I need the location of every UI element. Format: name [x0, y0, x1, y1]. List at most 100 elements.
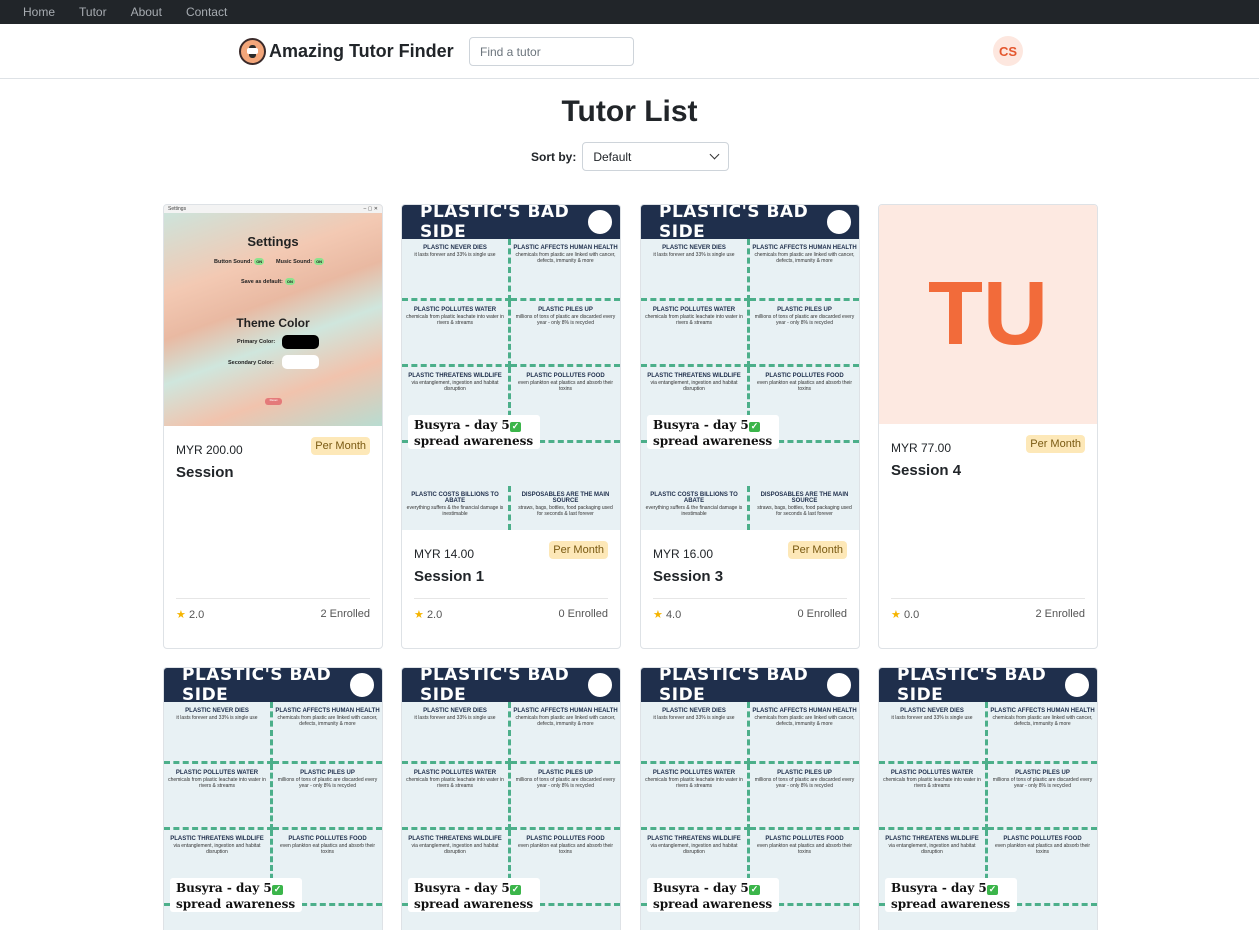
sort-selected-value: Default: [593, 149, 632, 164]
tutor-card[interactable]: PLASTIC'S BAD SIDE PLASTIC NEVER DIES it …: [878, 667, 1098, 930]
cell-heading: PLASTIC NEVER DIES: [662, 708, 726, 714]
nav-contact-link[interactable]: Contact: [186, 5, 227, 19]
card-body: MYR 16.00 Per Month Session 3 ★ 4.0 0 En…: [641, 530, 859, 648]
cell-heading: PLASTIC POLLUTES FOOD: [765, 836, 844, 842]
cell-heading: PLASTIC POLLUTES FOOD: [526, 836, 605, 842]
tutor-card[interactable]: PLASTIC'S BAD SIDE PLASTIC NEVER DIES it …: [640, 667, 860, 930]
user-avatar[interactable]: CS: [993, 36, 1023, 66]
card-thumbnail: PLASTIC'S BAD SIDE PLASTIC NEVER DIES it …: [164, 668, 382, 930]
cell-heading: DISPOSABLES ARE THE MAIN SOURCE: [760, 492, 849, 504]
cell-text: chemicals from plastic are linked with c…: [754, 715, 855, 727]
card-thumbnail: PLASTIC'S BAD SIDE PLASTIC NEVER DIES it …: [879, 668, 1097, 930]
sort-select[interactable]: Default: [582, 142, 730, 171]
poster-header: PLASTIC'S BAD SIDE: [879, 668, 1097, 705]
nav-tutor-link[interactable]: Tutor: [79, 5, 107, 19]
primary-color-label: Primary Color:: [237, 339, 276, 345]
cell-text: chemicals from plastic leachate into wat…: [406, 314, 504, 326]
card-body: MYR 14.00 Per Month Session 1 ★ 2.0 0 En…: [402, 530, 620, 648]
cell-heading: PLASTIC POLLUTES FOOD: [288, 836, 367, 842]
card-enrolled: 0 Enrolled: [558, 608, 608, 620]
cell-text: straws, bags, bottles, food packaging us…: [757, 505, 852, 517]
theme-color-heading: Theme Color: [236, 316, 310, 330]
poster-grid: PLASTIC NEVER DIES it lasts forever and 3…: [641, 239, 859, 530]
secondary-color-label: Secondary Color:: [228, 360, 274, 366]
poster-cell: PLASTIC NEVER DIES it lasts forever and 3…: [402, 239, 511, 301]
checkmark-icon: ✓: [509, 885, 522, 895]
card-price: MYR 77.00: [891, 441, 952, 455]
cell-text: millions of tons of plastic are discarde…: [515, 314, 616, 326]
banner-line2: spread awareness: [176, 897, 296, 911]
period-badge: Per Month: [1026, 435, 1085, 453]
period-badge: Per Month: [311, 437, 370, 455]
cell-text: even plankton eat plastics and absorb th…: [279, 843, 376, 855]
cell-heading: PLASTIC AFFECTS HUMAN HEALTH: [752, 708, 857, 714]
card-divider: [653, 598, 847, 599]
banner-line1: Busyra - day 5: [414, 418, 510, 432]
button-sound-label: Button Sound:: [214, 259, 253, 265]
poster-cell: PLASTIC AFFECTS HUMAN HEALTH chemicals fr…: [750, 239, 859, 301]
brand-name: Amazing Tutor Finder: [269, 41, 454, 61]
poster-cell: PLASTIC AFFECTS HUMAN HEALTH chemicals fr…: [273, 702, 382, 764]
poster-cell: PLASTIC AFFECTS HUMAN HEALTH chemicals fr…: [988, 702, 1097, 764]
nav-home-link[interactable]: Home: [23, 5, 55, 19]
tutor-initials: TU: [928, 264, 1048, 364]
cell-heading: PLASTIC THREATENS WILDLIFE: [885, 836, 979, 842]
card-enrolled: 2 Enrolled: [320, 608, 370, 620]
cell-heading: PLASTIC PILES UP: [1015, 770, 1070, 776]
banner-line2: spread awareness: [414, 434, 534, 448]
card-thumbnail: PLASTIC'S BAD SIDE PLASTIC NEVER DIES it …: [402, 205, 620, 530]
card-price: MYR 16.00: [653, 547, 714, 561]
poster-banner: Busyra - day 5 ✓ spread awareness: [170, 878, 302, 912]
card-rating: ★ 4.0: [653, 608, 681, 621]
poster-header: PLASTIC'S BAD SIDE: [402, 205, 620, 242]
rating-value: 0.0: [903, 609, 920, 621]
cell-text: chemicals from plastic leachate into wat…: [406, 777, 504, 789]
cell-text: chemicals from plastic leachate into wat…: [645, 777, 743, 789]
star-icon: ★: [891, 609, 901, 621]
cell-text: it lasts forever and 33% is single use: [414, 252, 496, 258]
cell-text: even plankton eat plastics and absorb th…: [756, 380, 853, 392]
tutor-card[interactable]: Settings – ▢ ✕ Settings Button Sound: ON …: [163, 204, 383, 649]
rating-value: 4.0: [665, 609, 682, 621]
poster-cell: PLASTIC AFFECTS HUMAN HEALTH chemicals fr…: [511, 239, 620, 301]
card-rating: ★ 2.0: [176, 608, 204, 621]
poster-cell: PLASTIC NEVER DIES it lasts forever and 3…: [164, 702, 273, 764]
music-sound-label: Music Sound:: [276, 259, 313, 265]
cell-heading: PLASTIC COSTS BILLIONS TO ABATE: [650, 492, 738, 504]
tutor-card[interactable]: PLASTIC'S BAD SIDE PLASTIC NEVER DIES it …: [640, 204, 860, 649]
brand-logo-icon: [239, 38, 266, 65]
poster-header: PLASTIC'S BAD SIDE: [641, 668, 859, 705]
cell-text: millions of tons of plastic are discarde…: [277, 777, 378, 789]
window-controls-icon: – ▢ ✕: [363, 206, 378, 212]
tutor-card[interactable]: PLASTIC'S BAD SIDE PLASTIC NEVER DIES it …: [401, 667, 621, 930]
top-navbar: Home Tutor About Contact: [0, 0, 1259, 24]
cell-heading: PLASTIC NEVER DIES: [185, 708, 249, 714]
poster-cell: PLASTIC POLLUTES WATER chemicals from pla…: [641, 764, 750, 830]
poster-banner: Busyra - day 5 ✓ spread awareness: [408, 415, 540, 449]
cell-text: straws, bags, bottles, food packaging us…: [518, 505, 613, 517]
poster-cell: PLASTIC POLLUTES WATER chemicals from pla…: [402, 301, 511, 367]
search-input[interactable]: [469, 37, 634, 66]
card-body: MYR 77.00 Per Month Session 4 ★ 0.0 2 En…: [879, 424, 1097, 648]
site-header: Amazing Tutor Finder CS: [0, 24, 1259, 79]
cell-text: chemicals from plastic leachate into wat…: [883, 777, 981, 789]
card-divider: [891, 598, 1085, 599]
checkmark-icon: ✓: [271, 885, 284, 895]
cell-text: even plankton eat plastics and absorb th…: [756, 843, 853, 855]
checkmark-icon: ✓: [509, 422, 522, 432]
reset-button: Reset: [265, 398, 282, 405]
brand[interactable]: Amazing Tutor Finder: [239, 38, 454, 65]
card-title: Session: [176, 464, 234, 481]
poster-cell: PLASTIC NEVER DIES it lasts forever and 3…: [641, 239, 750, 301]
cell-heading: PLASTIC THREATENS WILDLIFE: [408, 373, 502, 379]
cell-text: everything suffers & the financial damag…: [645, 505, 743, 517]
tutor-card[interactable]: PLASTIC'S BAD SIDE PLASTIC NEVER DIES it …: [401, 204, 621, 649]
tutor-card[interactable]: TU MYR 77.00 Per Month Session 4 ★ 0.0 2…: [878, 204, 1098, 649]
poster-cell: DISPOSABLES ARE THE MAIN SOURCE straws, b…: [511, 486, 620, 530]
cell-heading: PLASTIC AFFECTS HUMAN HEALTH: [752, 245, 857, 251]
poster-cell: DISPOSABLES ARE THE MAIN SOURCE straws, b…: [750, 486, 859, 530]
nav-about-link[interactable]: About: [131, 5, 162, 19]
tutor-card[interactable]: PLASTIC'S BAD SIDE PLASTIC NEVER DIES it …: [163, 667, 383, 930]
cell-heading: PLASTIC AFFECTS HUMAN HEALTH: [513, 708, 618, 714]
poster-cell: PLASTIC PILES UP millions of tons of plas…: [750, 764, 859, 830]
